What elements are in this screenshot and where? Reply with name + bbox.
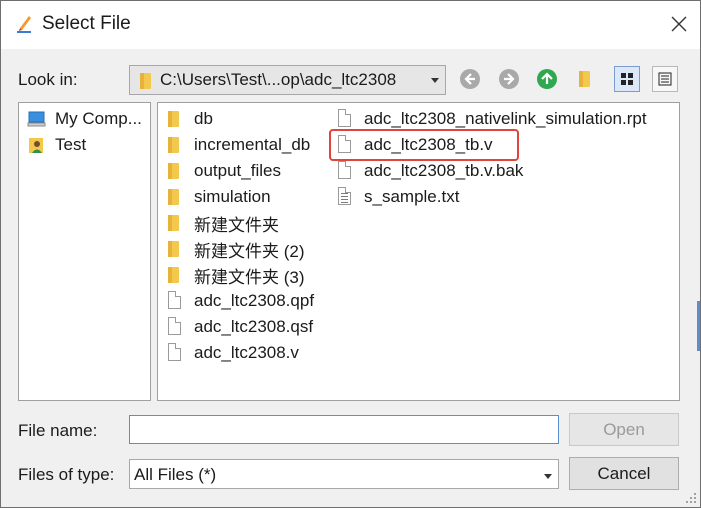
folder-icon xyxy=(166,265,184,285)
folder-icon xyxy=(138,71,156,91)
forward-arrow-icon xyxy=(499,69,519,89)
list-item[interactable]: incremental_db xyxy=(166,133,310,157)
list-item[interactable]: 新建文件夹 (3) xyxy=(166,263,305,287)
new-folder-button[interactable] xyxy=(572,65,600,93)
folder-icon xyxy=(166,213,184,233)
folder-icon xyxy=(166,187,184,207)
list-item[interactable]: adc_ltc2308.qsf xyxy=(166,315,313,339)
resize-grip[interactable] xyxy=(686,493,696,503)
user-icon xyxy=(27,135,45,155)
sidebar-places: My Comp... Test xyxy=(18,102,151,401)
list-item[interactable]: 新建文件夹 xyxy=(166,211,279,235)
sidebar-item-my-computer[interactable]: My Comp... xyxy=(27,107,142,131)
look-in-path: C:\Users\Test\...op\adc_ltc2308 xyxy=(160,70,397,89)
list-item[interactable]: adc_ltc2308_nativelink_simulation.rpt xyxy=(336,107,647,131)
file-icon xyxy=(336,161,354,181)
close-icon xyxy=(671,16,687,32)
detail-view-button[interactable] xyxy=(652,66,678,92)
file-name-label: File name: xyxy=(18,421,98,440)
file-icon xyxy=(166,291,184,311)
list-item[interactable]: s_sample.txt xyxy=(336,185,459,209)
select-file-dialog: Select File Look in: C:\Users\Test\...op… xyxy=(0,0,701,508)
list-view-button[interactable] xyxy=(614,66,640,92)
up-folder-icon xyxy=(537,69,557,89)
open-button[interactable]: Open xyxy=(569,413,679,446)
file-name-input[interactable] xyxy=(129,415,559,444)
folder-icon xyxy=(166,161,184,181)
cancel-button[interactable]: Cancel xyxy=(569,457,679,490)
list-item[interactable]: 新建文件夹 (2) xyxy=(166,237,305,261)
list-item[interactable]: adc_ltc2308.v xyxy=(166,341,299,365)
title-bar: Select File xyxy=(1,1,700,49)
computer-icon xyxy=(27,109,46,129)
file-icon xyxy=(166,343,184,363)
sidebar-item-label: My Comp... xyxy=(55,109,142,128)
file-type-label: Files of type: xyxy=(18,465,115,484)
new-folder-icon xyxy=(577,69,595,89)
detail-view-icon xyxy=(658,72,672,86)
forward-button[interactable] xyxy=(495,65,523,93)
list-item[interactable]: adc_ltc2308_tb.v.bak xyxy=(336,159,523,183)
folder-icon xyxy=(166,109,184,129)
file-type-value: All Files (*) xyxy=(134,465,217,484)
list-item[interactable]: simulation xyxy=(166,185,271,209)
list-item-highlighted[interactable]: adc_ltc2308_tb.v xyxy=(336,133,493,157)
file-icon xyxy=(336,135,354,155)
file-icon xyxy=(336,109,354,129)
look-in-label: Look in: xyxy=(18,70,78,89)
file-icon xyxy=(166,317,184,337)
sidebar-item-test[interactable]: Test xyxy=(27,133,86,157)
up-folder-button[interactable] xyxy=(533,65,561,93)
text-file-icon xyxy=(336,187,354,207)
folder-icon xyxy=(166,135,184,155)
list-item[interactable]: output_files xyxy=(166,159,281,183)
list-item[interactable]: db xyxy=(166,107,213,131)
chevron-down-icon xyxy=(544,474,552,479)
app-pencil-icon xyxy=(15,13,35,35)
folder-icon xyxy=(166,239,184,259)
close-button[interactable] xyxy=(662,7,696,41)
list-item[interactable]: adc_ltc2308.qpf xyxy=(166,289,314,313)
list-view-icon xyxy=(621,73,633,85)
dialog-body: Look in: C:\Users\Test\...op\adc_ltc2308 xyxy=(1,49,700,507)
dialog-title: Select File xyxy=(42,13,131,34)
back-button[interactable] xyxy=(456,65,484,93)
sidebar-item-label: Test xyxy=(55,135,87,154)
look-in-combobox[interactable]: C:\Users\Test\...op\adc_ltc2308 xyxy=(129,65,446,95)
file-list: db incremental_db output_files simulatio… xyxy=(157,102,680,401)
file-type-select[interactable]: All Files (*) xyxy=(129,459,559,489)
chevron-down-icon xyxy=(431,78,439,83)
window-edge-accent xyxy=(697,301,700,351)
back-arrow-icon xyxy=(460,69,480,89)
